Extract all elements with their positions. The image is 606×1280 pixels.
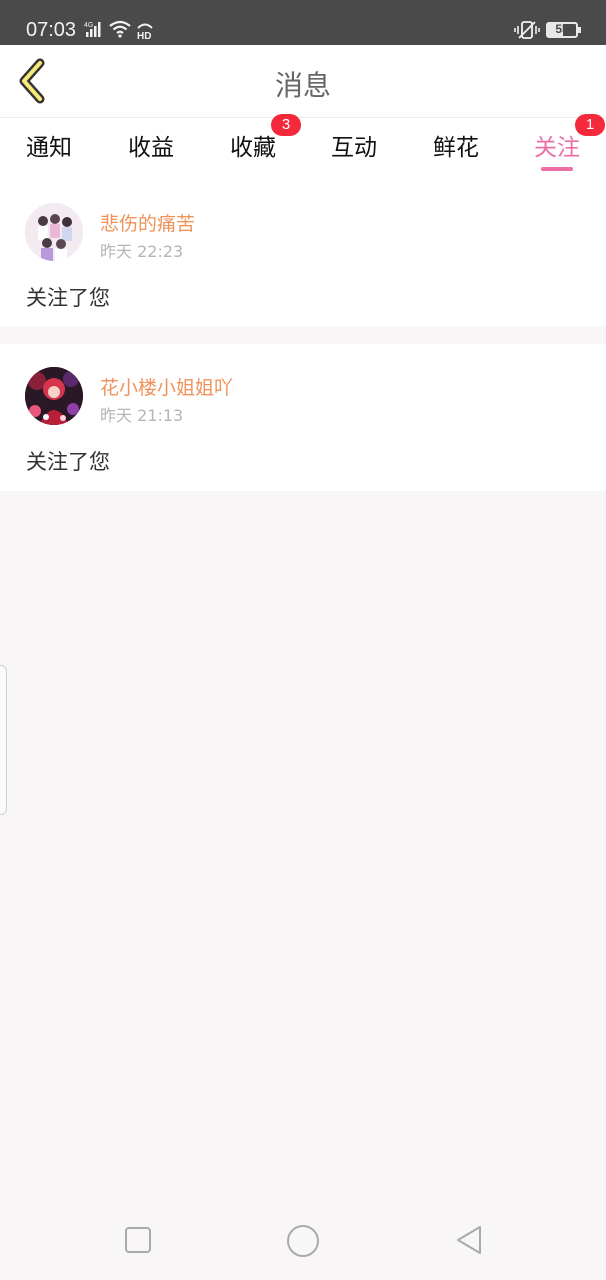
message-text: 关注了您 (26, 450, 110, 474)
message-card[interactable]: 花小楼小姐姐吖 昨天 21:13 关注了您 (0, 344, 606, 491)
message-time: 昨天 21:13 (100, 406, 184, 425)
side-drawer-handle[interactable] (0, 665, 7, 815)
tab-bar: 通知 收益 收藏 3 互动 鲜花 关注 1 (0, 114, 606, 180)
recent-apps-icon[interactable] (124, 1226, 152, 1254)
back-triangle-icon[interactable] (454, 1224, 484, 1256)
wifi-icon (109, 20, 131, 38)
battery-icon: 55 (546, 22, 578, 38)
tab-earnings[interactable]: 收益 (116, 128, 186, 162)
page-title: 消息 (274, 69, 331, 102)
system-nav-bar (0, 1200, 606, 1280)
battery-tip (578, 27, 581, 33)
active-tab-indicator (541, 167, 573, 171)
status-bar: 07:03 4G HD 55 (0, 0, 606, 45)
tab-notifications[interactable]: 通知 (14, 128, 84, 162)
username-link[interactable]: 花小楼小姐姐吖 (100, 373, 233, 400)
avatar-image (25, 367, 83, 425)
header: 消息 (0, 45, 606, 118)
signal-icon: 4G (84, 22, 101, 37)
avatar-image (25, 203, 83, 261)
message-card[interactable]: 悲伤的痛苦 昨天 22:23 关注了您 (0, 180, 606, 326)
hd-icon: HD (137, 23, 153, 40)
status-time: 07:03 (26, 19, 77, 41)
network-type-label: 4G (84, 22, 93, 29)
battery-text: 55 (555, 22, 569, 36)
follows-badge: 1 (575, 114, 605, 136)
avatar[interactable] (25, 367, 83, 425)
message-text: 关注了您 (26, 286, 110, 310)
message-time: 昨天 22:23 (100, 242, 184, 261)
username-link[interactable]: 悲伤的痛苦 (100, 209, 195, 236)
tab-flowers[interactable]: 鲜花 (421, 128, 491, 162)
hd-label: HD (137, 31, 151, 40)
tab-interactions[interactable]: 互动 (319, 128, 389, 162)
home-icon[interactable] (286, 1224, 320, 1258)
avatar[interactable] (25, 203, 83, 261)
vibrate-icon (514, 21, 540, 39)
favorites-badge: 3 (271, 114, 301, 136)
